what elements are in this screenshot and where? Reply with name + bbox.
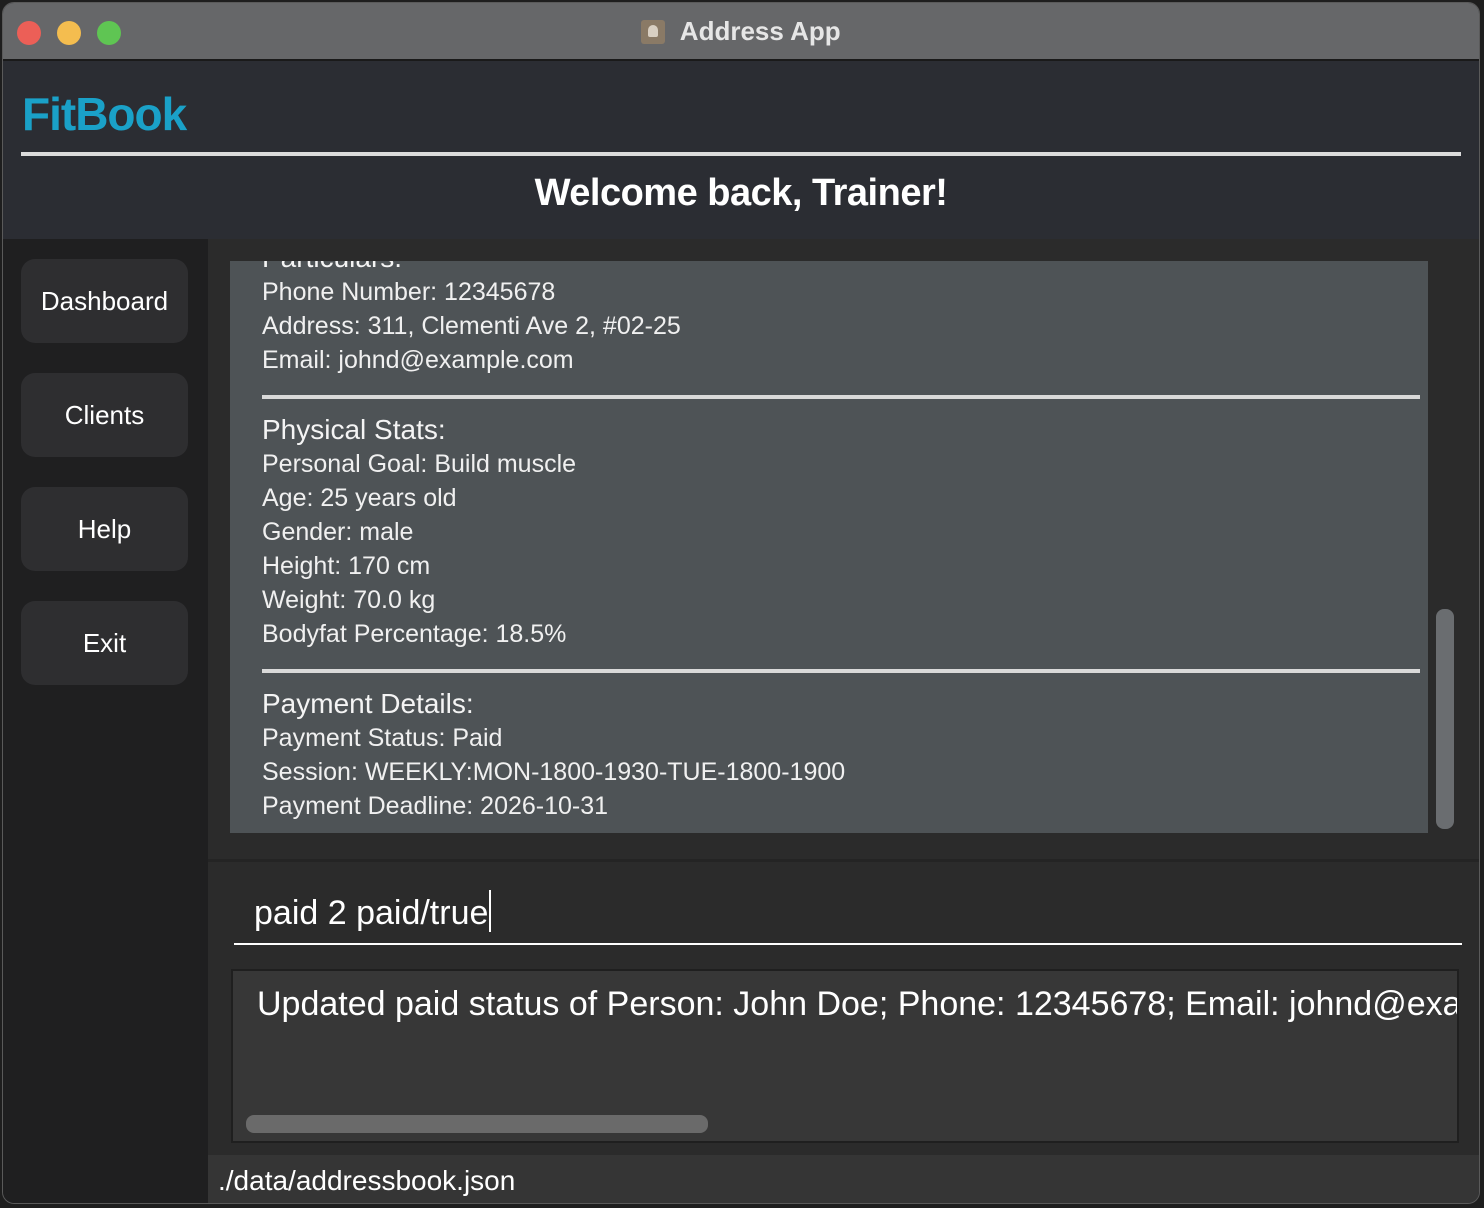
dashboard-button[interactable]: Dashboard	[21, 259, 188, 343]
gender: Gender: male	[262, 518, 414, 546]
session: Session: WEEKLY:MON-1800-1930-TUE-1800-1…	[262, 758, 846, 786]
personal-goal: Personal Goal: Build muscle	[262, 450, 577, 478]
result-message: Updated paid status of Person: John Doe;…	[257, 985, 1457, 1023]
address: Address: 311, Clementi Ave 2, #02-25	[262, 312, 681, 340]
particulars-title: Particulars:	[262, 261, 1428, 275]
status-bar: ./data/addressbook.json	[208, 1155, 1479, 1203]
payment-deadline: Payment Deadline: 2026-10-31	[262, 792, 609, 820]
client-detail-card: Particulars: Phone Number: 12345678 Addr…	[230, 261, 1428, 833]
phone-number: Phone Number: 12345678	[262, 278, 556, 306]
command-input-underline	[234, 943, 1462, 945]
exit-button[interactable]: Exit	[21, 601, 188, 685]
payment-details-title: Payment Details:	[262, 688, 474, 719]
vertical-scrollbar[interactable]	[1436, 609, 1454, 829]
section-divider	[262, 395, 1420, 399]
window-title-group: Address App	[3, 16, 1479, 47]
physical-stats-title: Physical Stats:	[262, 414, 446, 445]
welcome-message: Welcome back, Trainer!	[534, 172, 948, 214]
age: Age: 25 years old	[262, 484, 457, 512]
horizontal-scrollbar[interactable]	[246, 1115, 708, 1133]
app-window: Address App FitBook Welcome back, Traine…	[2, 2, 1480, 1204]
text-caret	[489, 890, 492, 932]
weight: Weight: 70.0 kg	[262, 586, 436, 614]
payment-status: Payment Status: Paid	[262, 724, 503, 752]
height: Height: 170 cm	[262, 552, 431, 580]
email: Email: johnd@example.com	[262, 346, 574, 374]
header-divider	[21, 152, 1461, 156]
help-button[interactable]: Help	[21, 487, 188, 571]
result-text-area[interactable]: Updated paid status of Person: John Doe;…	[231, 969, 1459, 1143]
client-detail-viewport: Particulars: Phone Number: 12345678 Addr…	[230, 261, 1428, 837]
data-file-path: ./data/addressbook.json	[218, 1165, 516, 1196]
client-detail-panel[interactable]: Particulars: Phone Number: 12345678 Addr…	[208, 239, 1479, 859]
brand-logo: FitBook	[22, 88, 187, 140]
app-header: FitBook Welcome back, Trainer!	[3, 61, 1479, 239]
command-input-value: paid 2 paid/true	[254, 894, 489, 932]
clients-button[interactable]: Clients	[21, 373, 188, 457]
command-input[interactable]: paid 2 paid/true	[254, 890, 492, 933]
section-divider	[262, 669, 1420, 673]
sidebar: Dashboard Clients Help Exit	[3, 239, 208, 1203]
window-title: Address App	[679, 16, 841, 46]
address-book-icon	[641, 19, 666, 44]
command-box: paid 2 paid/true	[208, 859, 1479, 960]
result-display: Updated paid status of Person: John Doe;…	[208, 957, 1479, 1155]
bodyfat-percentage: Bodyfat Percentage: 18.5%	[262, 620, 567, 648]
title-bar: Address App	[3, 3, 1479, 61]
